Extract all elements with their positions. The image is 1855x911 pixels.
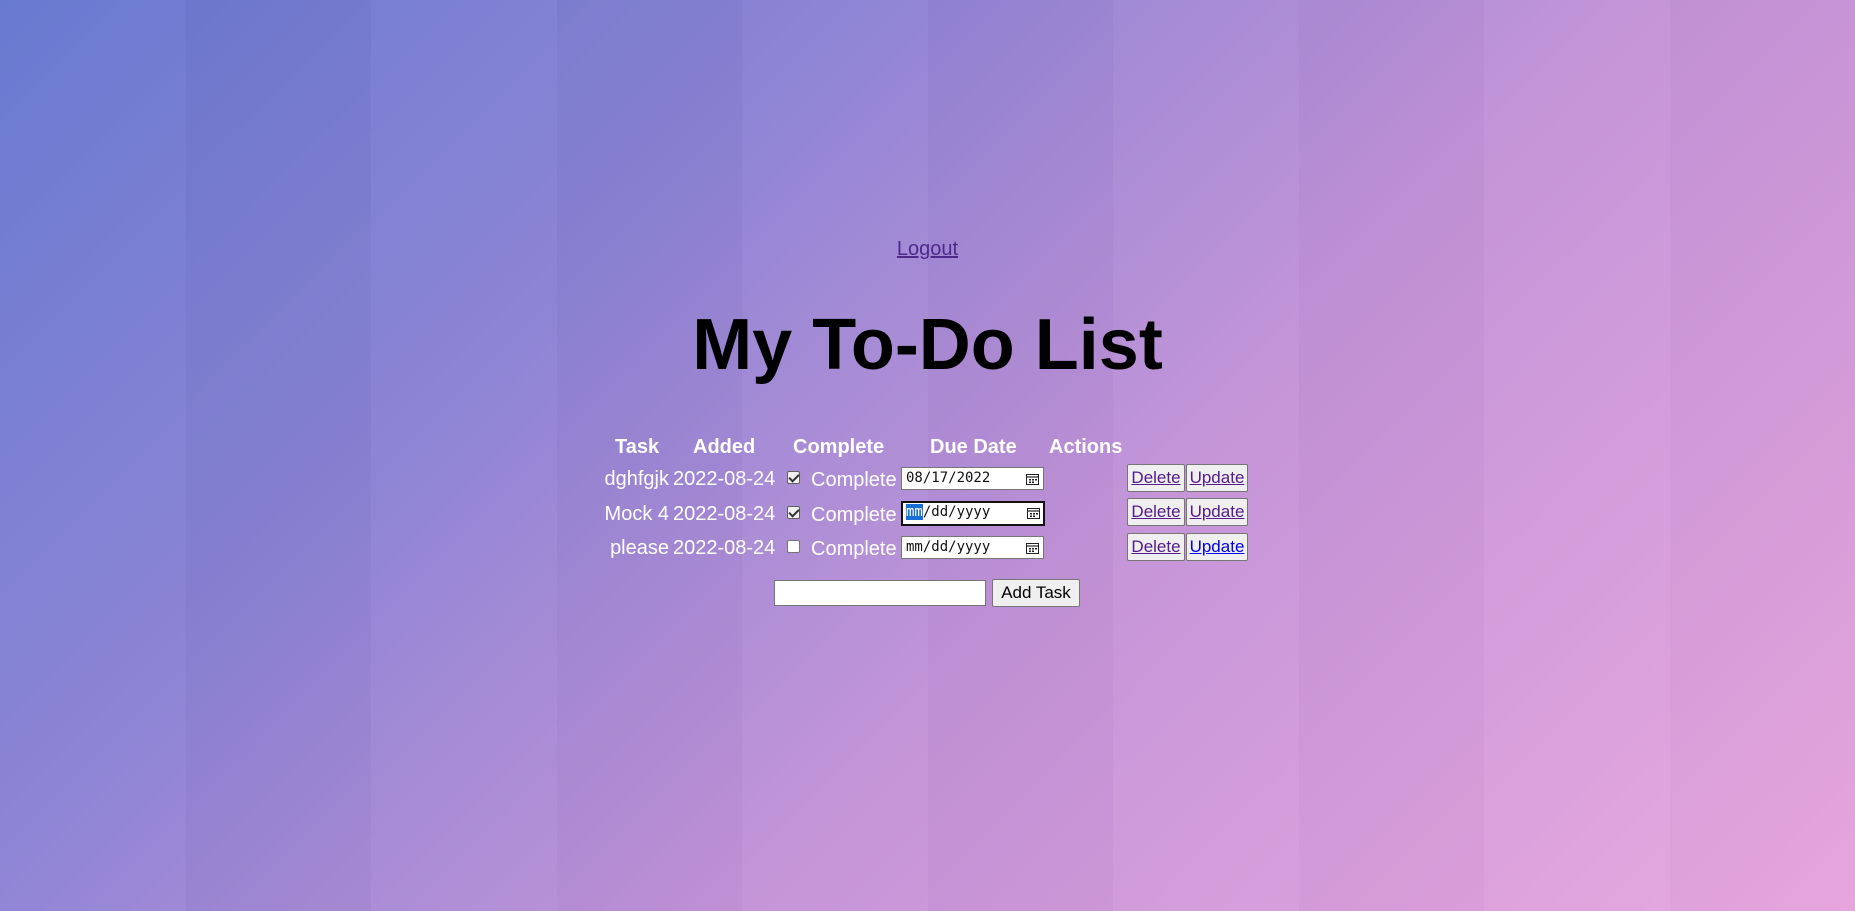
- complete-label: Complete: [811, 538, 897, 560]
- column-header-task: Task: [615, 436, 660, 458]
- due-date-placeholder: mm/dd/yyyy: [906, 539, 991, 555]
- task-name: dghfgjk: [604, 468, 670, 490]
- added-date: 2022-08-24: [673, 468, 776, 490]
- complete-checkbox[interactable]: [787, 506, 800, 519]
- logout-container: Logout: [0, 238, 1855, 261]
- due-date-value: 08/17/2022: [906, 470, 991, 486]
- add-task-button[interactable]: Add Task: [992, 579, 1080, 607]
- added-date: 2022-08-24: [673, 537, 776, 559]
- complete-label: Complete: [811, 504, 897, 526]
- due-date-input[interactable]: mm/dd/yyyy: [901, 536, 1044, 559]
- column-header-actions: Actions: [1049, 436, 1123, 458]
- task-name: please: [610, 537, 669, 559]
- column-header-complete: Complete: [793, 436, 885, 458]
- complete-checkbox[interactable]: [787, 540, 800, 553]
- due-date-placeholder: /dd/yyyy: [922, 504, 991, 520]
- added-date: 2022-08-24: [673, 503, 776, 525]
- column-header-due-date: Due Date: [930, 436, 1017, 458]
- delete-button[interactable]: Delete: [1127, 498, 1185, 526]
- update-button[interactable]: Update: [1186, 498, 1248, 526]
- update-button[interactable]: Update: [1186, 533, 1248, 561]
- complete-label: Complete: [811, 469, 897, 491]
- delete-button[interactable]: Delete: [1127, 533, 1185, 561]
- due-date-input[interactable]: mm/dd/yyyy: [901, 501, 1045, 526]
- due-date-input[interactable]: 08/17/2022: [901, 467, 1044, 490]
- column-header-added: Added: [693, 436, 756, 458]
- delete-button[interactable]: Delete: [1127, 464, 1185, 492]
- complete-checkbox[interactable]: [787, 471, 800, 484]
- new-task-input[interactable]: [774, 580, 986, 606]
- logout-link[interactable]: Logout: [897, 238, 958, 260]
- calendar-icon[interactable]: [1026, 542, 1039, 554]
- task-name: Mock 4: [604, 503, 669, 525]
- due-date-month-segment[interactable]: mm: [906, 504, 923, 520]
- page-title: My To-Do List: [692, 305, 1163, 385]
- background-tiles: [0, 0, 1855, 911]
- calendar-icon[interactable]: [1026, 473, 1039, 485]
- update-button[interactable]: Update: [1186, 464, 1248, 492]
- calendar-icon[interactable]: [1027, 507, 1040, 519]
